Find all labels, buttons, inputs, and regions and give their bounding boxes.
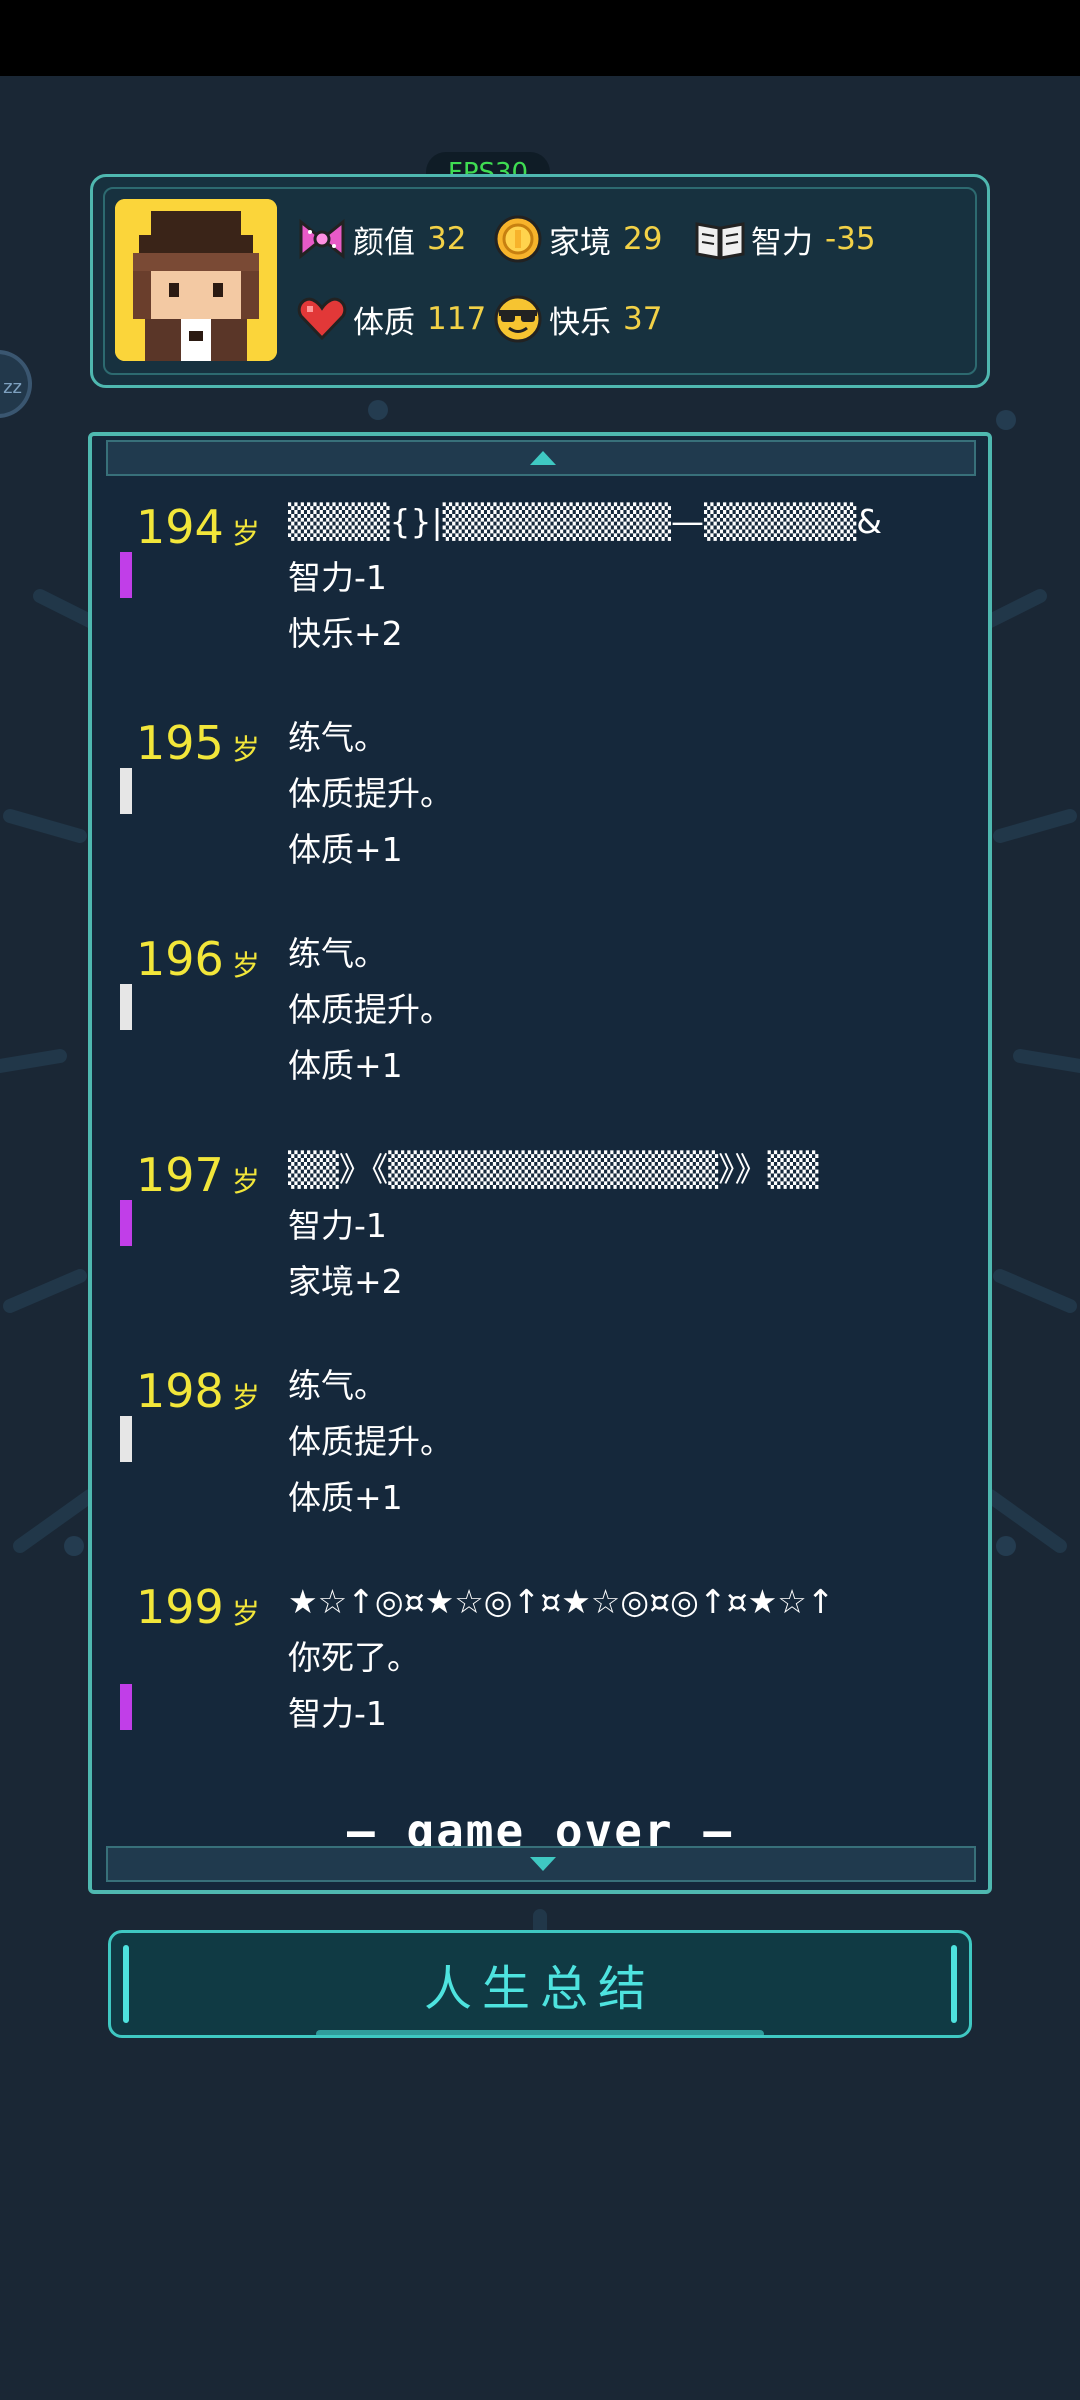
event-line: 智力-1: [288, 1694, 387, 1733]
age-label: 194 岁: [136, 500, 260, 554]
age-label: 195 岁: [136, 716, 260, 770]
event-marker: [120, 1684, 132, 1730]
event-line: 体质+1: [288, 1478, 403, 1517]
list-item: 196 岁 练气。 体质提升。 体质+1: [92, 926, 988, 1142]
event-line: ▒▒▒▒{}|▒▒▒▒▒▒▒▒▒—▒▒▒▒▒▒&: [288, 502, 883, 541]
event-line: 体质+1: [288, 1046, 403, 1085]
event-line: 体质+1: [288, 830, 403, 869]
age-label: 197 岁: [136, 1148, 260, 1202]
event-marker: [120, 1200, 132, 1246]
coin-icon: [494, 215, 542, 263]
event-line: 智力-1: [288, 1206, 387, 1245]
event-line: ★☆↑◎¤★☆◎↑¤★☆◎¤◎↑¤★☆↑: [288, 1582, 835, 1621]
character-avatar: [115, 199, 277, 361]
event-line: 练气。: [288, 934, 387, 973]
triangle-down-icon: [530, 1857, 556, 1871]
list-item: 194 岁 ▒▒▒▒{}|▒▒▒▒▒▒▒▒▒—▒▒▒▒▒▒& 智力-1 快乐+2: [92, 494, 988, 710]
stat-intelligence: 智力 -35: [693, 209, 876, 269]
stat-intelligence-value: -35: [825, 221, 876, 257]
age-label: 198 岁: [136, 1364, 260, 1418]
list-item: 195 岁 练气。 体质提升。 体质+1: [92, 710, 988, 926]
stat-beauty-label: 颜值: [353, 224, 415, 261]
event-line: 体质提升。: [288, 990, 453, 1029]
life-log-panel[interactable]: 194 岁 ▒▒▒▒{}|▒▒▒▒▒▒▒▒▒—▒▒▒▒▒▒& 智力-1 快乐+2 …: [88, 432, 992, 1894]
stat-constitution-label: 体质: [353, 304, 415, 341]
event-line: 练气。: [288, 1366, 387, 1405]
event-line: 快乐+2: [288, 614, 403, 653]
stat-intelligence-label: 智力: [751, 224, 813, 261]
list-item: 199 岁 ★☆↑◎¤★☆◎↑¤★☆◎¤◎↑¤★☆↑ 你死了。 智力-1: [92, 1574, 988, 1790]
stat-constitution: 体质 117: [295, 289, 486, 349]
event-line: 家境+2: [288, 1262, 403, 1301]
age-label: 196 岁: [136, 932, 260, 986]
stat-beauty-value: 32: [427, 221, 467, 257]
event-marker: [120, 984, 132, 1030]
heart-icon: [297, 297, 347, 341]
life-summary-button[interactable]: 人生总结: [108, 1930, 972, 2038]
event-marker: [120, 552, 132, 598]
event-line: 你死了。: [288, 1638, 420, 1677]
bow-icon: [299, 218, 345, 260]
event-line: 练气。: [288, 718, 387, 757]
stat-constitution-value: 117: [427, 301, 487, 337]
event-line: 体质提升。: [288, 774, 453, 813]
event-marker: [120, 1416, 132, 1462]
pixel-character-icon: [115, 199, 277, 361]
life-log-entries: 194 岁 ▒▒▒▒{}|▒▒▒▒▒▒▒▒▒—▒▒▒▒▒▒& 智力-1 快乐+2 …: [92, 494, 988, 1790]
stat-family-value: 29: [623, 221, 663, 257]
list-item: 197 岁 ▒▒》《▒▒▒▒▒▒▒▒▒▒▒▒▒》》▒▒ 智力-1 家境+2: [92, 1142, 988, 1358]
sunglasses-icon: [494, 295, 542, 343]
stat-happiness-value: 37: [623, 301, 663, 337]
attributes-panel: 颜值 32 家境 29 智力 -35 体质 117 快乐 37: [90, 174, 990, 388]
event-line: 智力-1: [288, 558, 387, 597]
event-line: ▒▒》《▒▒▒▒▒▒▒▒▒▒▒▒▒》》▒▒: [288, 1150, 819, 1189]
stat-family: 家境 29: [491, 209, 662, 269]
stat-family-label: 家境: [549, 224, 611, 261]
stat-beauty: 颜值 32: [295, 209, 466, 269]
status-bar: [0, 0, 1080, 76]
list-item: 198 岁 练气。 体质提升。 体质+1: [92, 1358, 988, 1574]
book-icon: [695, 222, 745, 260]
event-line: 体质提升。: [288, 1422, 453, 1461]
scroll-up-button[interactable]: [106, 440, 976, 476]
stat-happiness-label: 快乐: [549, 304, 611, 341]
age-label: 199 岁: [136, 1580, 260, 1634]
scroll-down-button[interactable]: [106, 1846, 976, 1882]
button-underline: [316, 2030, 764, 2038]
triangle-up-icon: [530, 451, 556, 465]
event-marker: [120, 768, 132, 814]
stat-happiness: 快乐 37: [491, 289, 662, 349]
